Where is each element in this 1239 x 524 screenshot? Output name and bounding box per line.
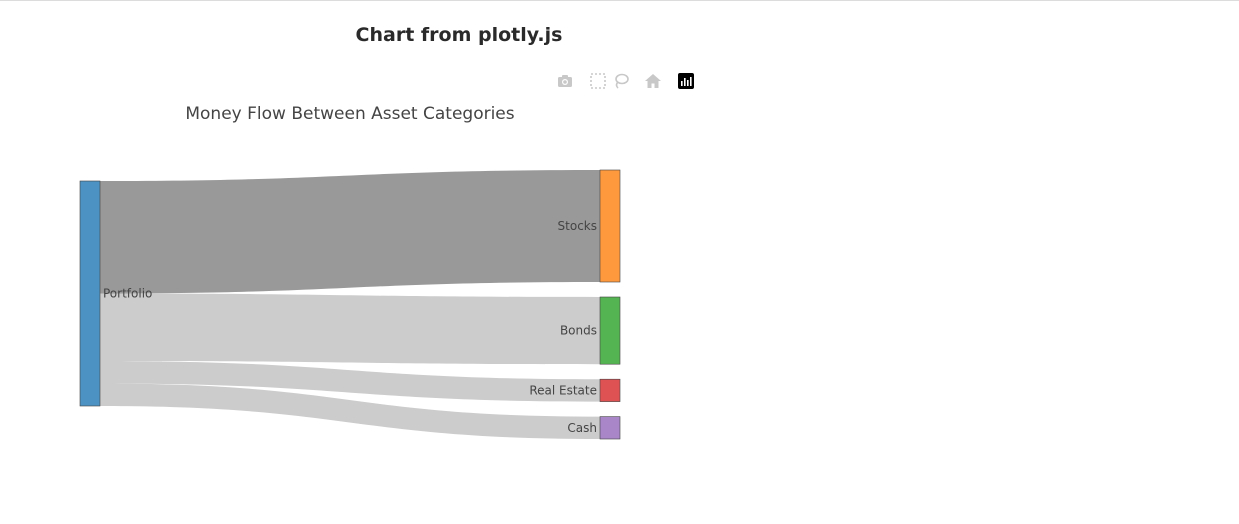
- sankey-link-portfolio-to-bonds[interactable]: [100, 293, 600, 365]
- chart-title: Money Flow Between Asset Categories: [185, 104, 514, 124]
- sankey-node-bonds[interactable]: [599, 296, 621, 365]
- sankey-node-label-portfolio: Portfolio: [103, 287, 152, 301]
- sankey-link-portfolio-to-stocks[interactable]: [100, 170, 600, 294]
- sankey-chart: Money Flow Between Asset Categories Port…: [79, 104, 621, 440]
- sankey-node-label-bonds: Bonds: [560, 324, 597, 338]
- sankey-links: [100, 170, 600, 439]
- sankey-node-label-real-estate: Real Estate: [529, 383, 597, 397]
- sankey-node-label-cash: Cash: [567, 421, 597, 435]
- sankey-node-real-estate[interactable]: [599, 378, 621, 402]
- sankey-node-stocks[interactable]: [599, 169, 621, 283]
- sankey-node-label-stocks: Stocks: [558, 219, 597, 233]
- sankey-node-portfolio[interactable]: [79, 180, 101, 407]
- sankey-node-cash[interactable]: [599, 416, 621, 440]
